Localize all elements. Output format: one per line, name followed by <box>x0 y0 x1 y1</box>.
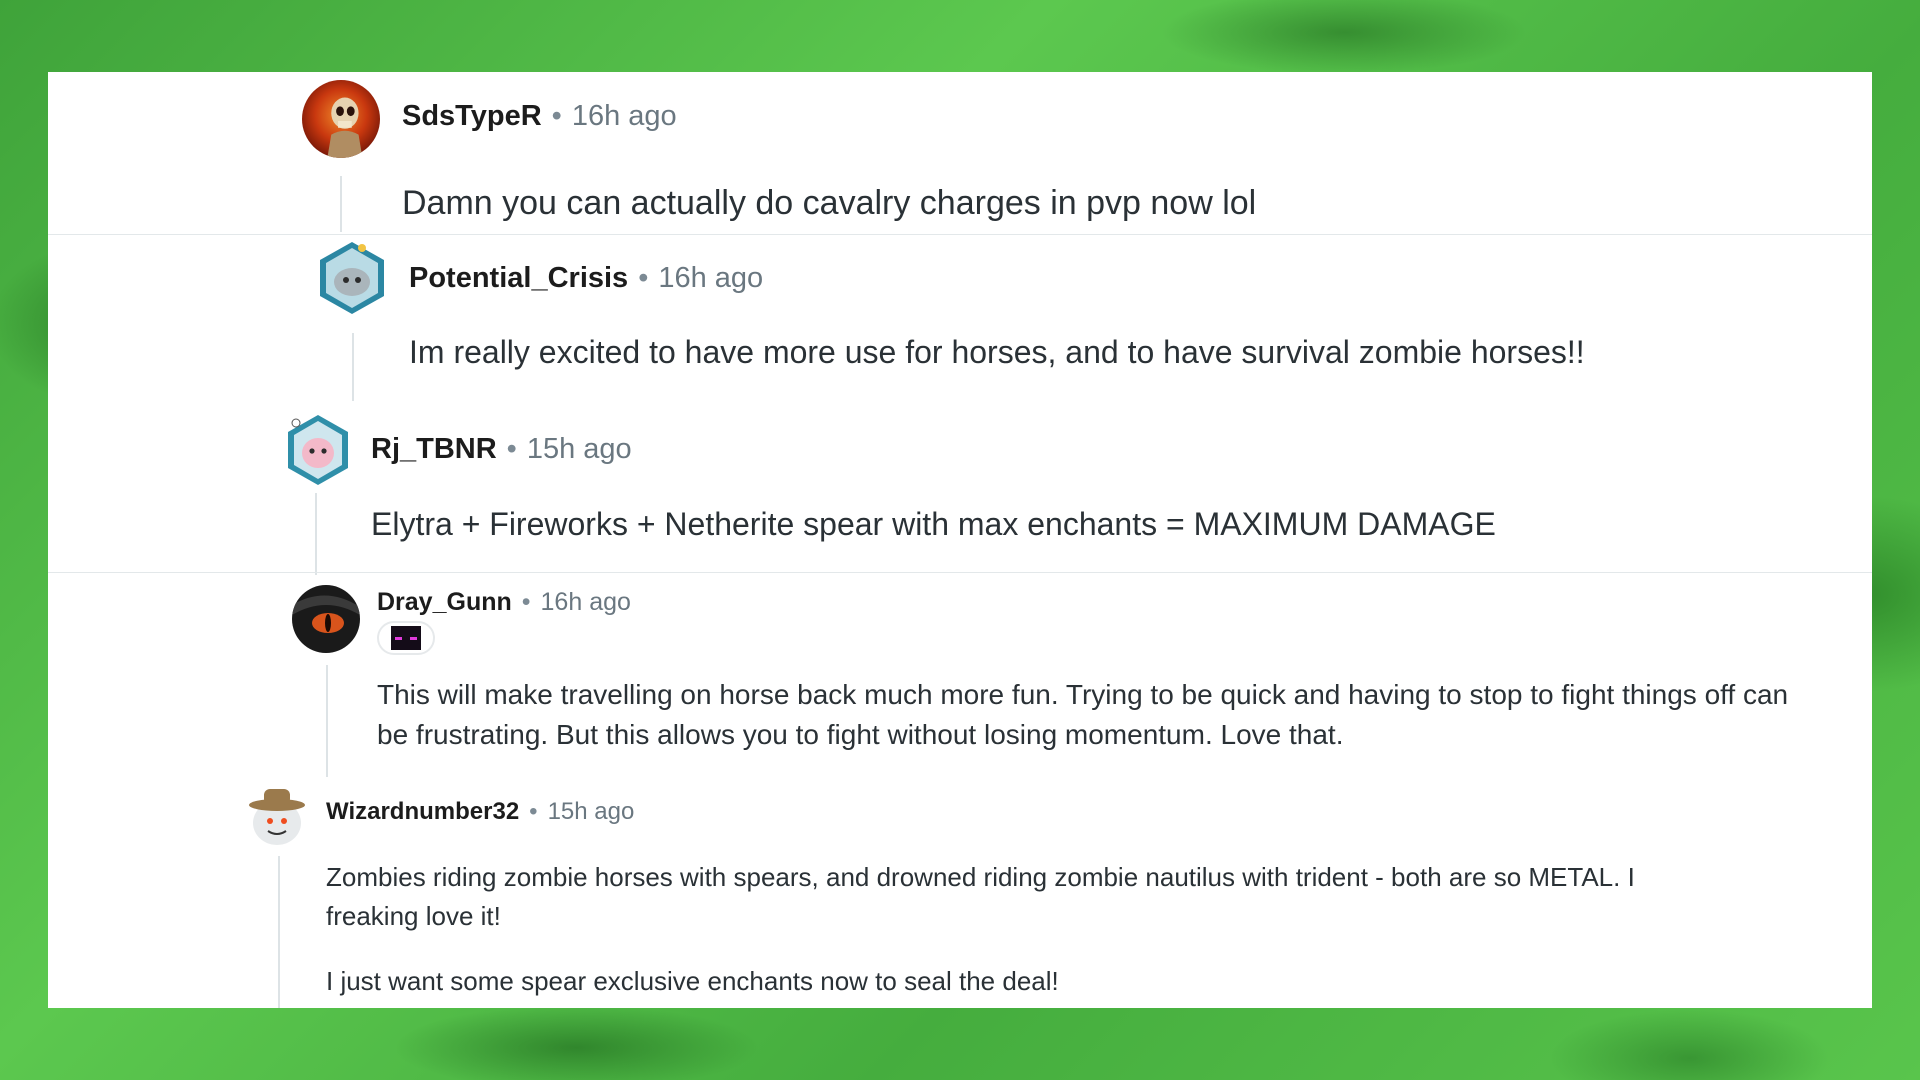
comment-wizardnumber32: Wizardnumber32 • 15h ago Zombies riding … <box>48 778 1872 1008</box>
thread-line[interactable] <box>326 665 328 777</box>
comment-text: Damn you can actually do cavalry charges… <box>402 184 1257 222</box>
separator-dot: • <box>551 100 562 132</box>
comment-header: Dray_Gunn • 16h ago <box>377 588 631 617</box>
separator-dot: • <box>506 433 517 465</box>
thread-line[interactable] <box>278 856 280 1008</box>
username[interactable]: Wizardnumber32 <box>326 798 519 826</box>
username[interactable]: Potential_Crisis <box>409 262 628 295</box>
timestamp[interactable]: 16h ago <box>658 262 763 295</box>
comment-text: This will make travelling on horse back … <box>377 679 1789 750</box>
separator-dot: • <box>529 798 538 825</box>
thread-line[interactable] <box>315 493 317 575</box>
comment-dray-gunn: Dray_Gunn • 16h ago This will make trave… <box>48 573 1872 783</box>
separator-dot: • <box>521 588 531 616</box>
comment-header: Potential_Crisis • 16h ago <box>409 262 763 295</box>
thread-line[interactable] <box>340 176 342 232</box>
timestamp[interactable]: 15h ago <box>527 433 632 466</box>
comments-card: SdsTypeR • 16h ago Damn you can actually… <box>48 72 1872 1008</box>
enderman-face-icon <box>391 626 421 650</box>
timestamp[interactable]: 16h ago <box>541 588 631 617</box>
snoo-hexagon-avatar-icon[interactable] <box>316 240 388 316</box>
comment-header: SdsTypeR • 16h ago <box>402 100 677 133</box>
username[interactable]: SdsTypeR <box>402 100 542 133</box>
snoo-cowboy-avatar-icon[interactable] <box>246 783 308 849</box>
comment-text-paragraph-2: I just want some spear exclusive enchant… <box>326 966 1059 996</box>
timestamp[interactable]: 15h ago <box>548 798 635 826</box>
comment-header: Wizardnumber32 • 15h ago <box>326 798 634 826</box>
skull-fire-avatar-icon[interactable] <box>302 80 380 158</box>
comment-text: Im really excited to have more use for h… <box>409 334 1585 370</box>
comment-header: Rj_TBNR • 15h ago <box>371 433 632 466</box>
thread-line[interactable] <box>352 333 354 401</box>
snoo-axolotl-avatar-icon[interactable] <box>284 413 352 487</box>
separator-dot: • <box>638 262 649 294</box>
username[interactable]: Dray_Gunn <box>377 588 512 617</box>
comment-rj-tbnr: Rj_TBNR • 15h ago Elytra + Fireworks + N… <box>48 405 1872 577</box>
comment-text: Elytra + Fireworks + Netherite spear wit… <box>371 506 1496 542</box>
comment-text: Zombies riding zombie horses with spears… <box>326 862 1635 931</box>
timestamp[interactable]: 16h ago <box>572 100 677 133</box>
user-flair <box>377 621 435 655</box>
dragon-eye-avatar-icon[interactable] <box>292 585 360 653</box>
comment-sdstyper: SdsTypeR • 16h ago Damn you can actually… <box>48 72 1872 234</box>
comment-potential-crisis: Potential_Crisis • 16h ago Im really exc… <box>48 235 1872 405</box>
username[interactable]: Rj_TBNR <box>371 433 497 466</box>
